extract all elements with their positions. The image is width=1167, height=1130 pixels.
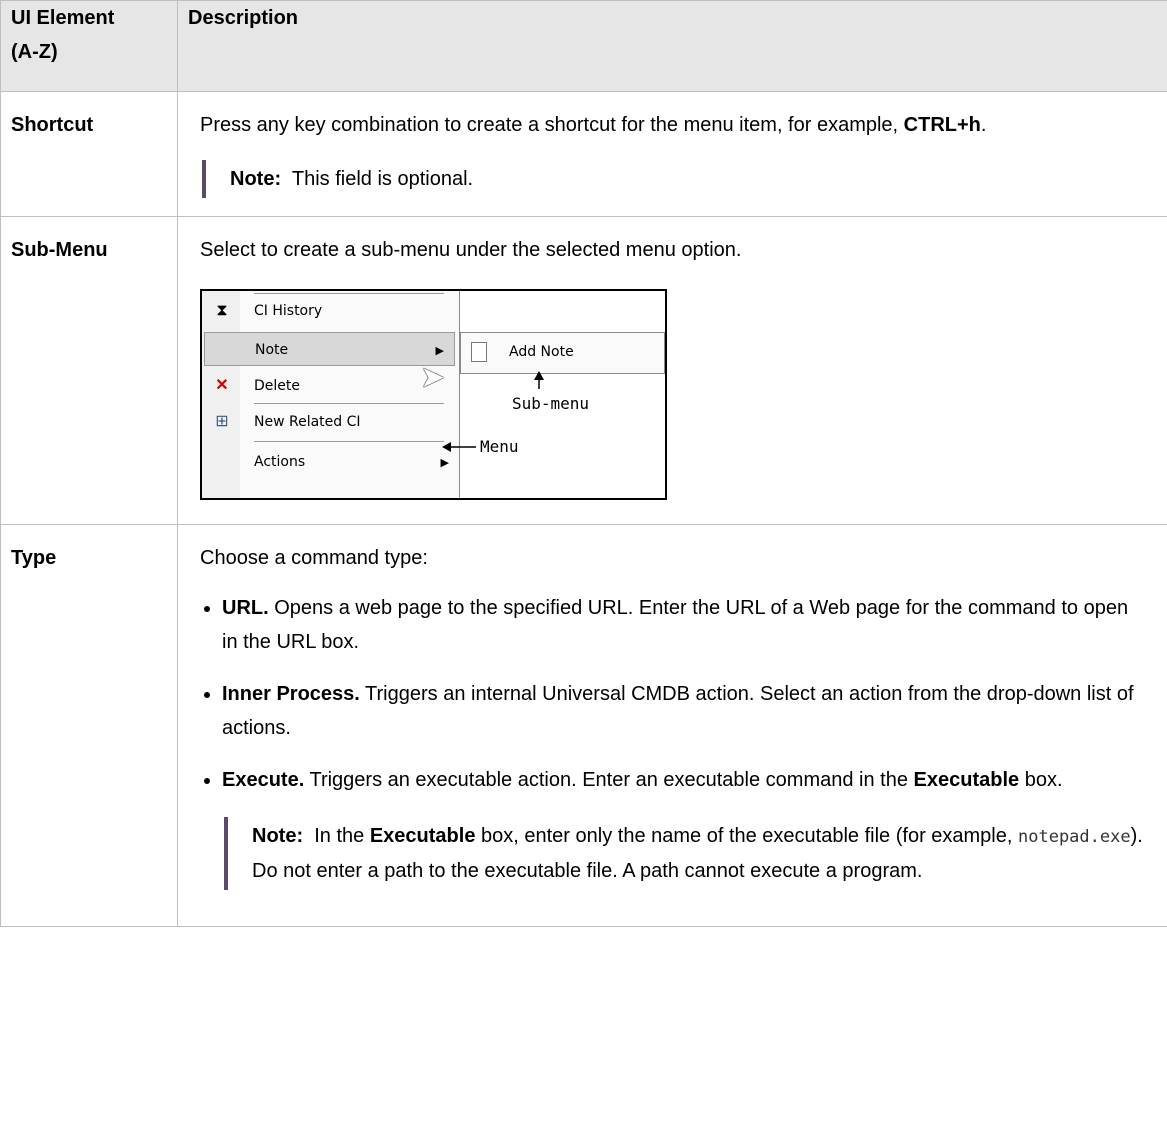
url-text: Opens a web page to the specified URL. E… bbox=[222, 597, 1129, 653]
table-row-shortcut: Shortcut Press any key combination to cr… bbox=[0, 91, 1167, 217]
url-label: URL. bbox=[222, 597, 269, 619]
row-desc-type: Choose a command type: URL. Opens a web … bbox=[177, 524, 1167, 927]
header-description: Description bbox=[177, 0, 1167, 92]
header-ui-element-line1: UI Element bbox=[11, 7, 115, 29]
shortcut-period: . bbox=[980, 114, 987, 136]
row-name-submenu: Sub-Menu bbox=[0, 216, 178, 525]
row-name-type: Type bbox=[0, 524, 178, 927]
shortcut-example: CTRL+h bbox=[903, 114, 981, 136]
type-intro: Choose a command type: bbox=[200, 547, 428, 569]
row-desc-shortcut: Press any key combination to create a sh… bbox=[177, 91, 1167, 217]
table-row-type: Type Choose a command type: URL. Opens a… bbox=[0, 524, 1167, 927]
command-type-list: URL. Opens a web page to the specified U… bbox=[200, 591, 1145, 890]
note-code: notepad.exe bbox=[1018, 827, 1131, 847]
list-item-execute: Execute. Triggers an executable action. … bbox=[200, 763, 1145, 890]
ui-elements-table: UI Element (A-Z) Description Shortcut Pr… bbox=[0, 0, 1167, 927]
exec-box-suffix: box. bbox=[1024, 769, 1063, 791]
table-header-row: UI Element (A-Z) Description bbox=[0, 0, 1167, 92]
menu-arrowhead bbox=[442, 442, 451, 452]
note-label: Note: bbox=[230, 168, 282, 190]
shortcut-note: Note: This field is optional. bbox=[202, 160, 1145, 198]
list-item-url: URL. Opens a web page to the specified U… bbox=[200, 591, 1145, 659]
exec-label: Execute. bbox=[222, 769, 305, 791]
exec-box: Executable bbox=[913, 769, 1020, 791]
submenu-text: Select to create a sub-menu under the se… bbox=[200, 239, 742, 261]
inner-label: Inner Process. bbox=[222, 683, 360, 705]
sub-menu-arrowhead bbox=[534, 371, 544, 380]
note-text: This field is optional. bbox=[291, 168, 474, 190]
list-item-inner-process: Inner Process. Triggers an internal Univ… bbox=[200, 677, 1145, 745]
note-label: Note: bbox=[252, 825, 304, 847]
note-mid: box, enter only the name of the executab… bbox=[481, 825, 1013, 847]
table-row-submenu: Sub-Menu Select to create a sub-menu und… bbox=[0, 216, 1167, 525]
callout-menu: Menu bbox=[480, 437, 519, 456]
note-pre: In the bbox=[314, 825, 365, 847]
header-ui-element: UI Element (A-Z) bbox=[0, 0, 178, 92]
submenu-screenshot: ⧗ CI History Note ▶ ✕ Delete ⊞ New Relat… bbox=[200, 289, 667, 500]
callout-sub-menu: Sub-menu bbox=[512, 394, 590, 413]
exec-text: Triggers an executable action. Enter an … bbox=[309, 769, 908, 791]
row-name-shortcut: Shortcut bbox=[0, 91, 178, 217]
callout-arrows bbox=[442, 371, 544, 452]
shortcut-text: Press any key combination to create a sh… bbox=[200, 114, 899, 136]
note-box: Executable bbox=[369, 825, 476, 847]
header-ui-element-line2: (A-Z) bbox=[11, 41, 58, 63]
shortcut-text-paragraph: Press any key combination to create a sh… bbox=[200, 108, 1145, 142]
execute-note: Note: In the Executable box, enter only … bbox=[224, 817, 1145, 890]
row-desc-submenu: Select to create a sub-menu under the se… bbox=[177, 216, 1167, 525]
